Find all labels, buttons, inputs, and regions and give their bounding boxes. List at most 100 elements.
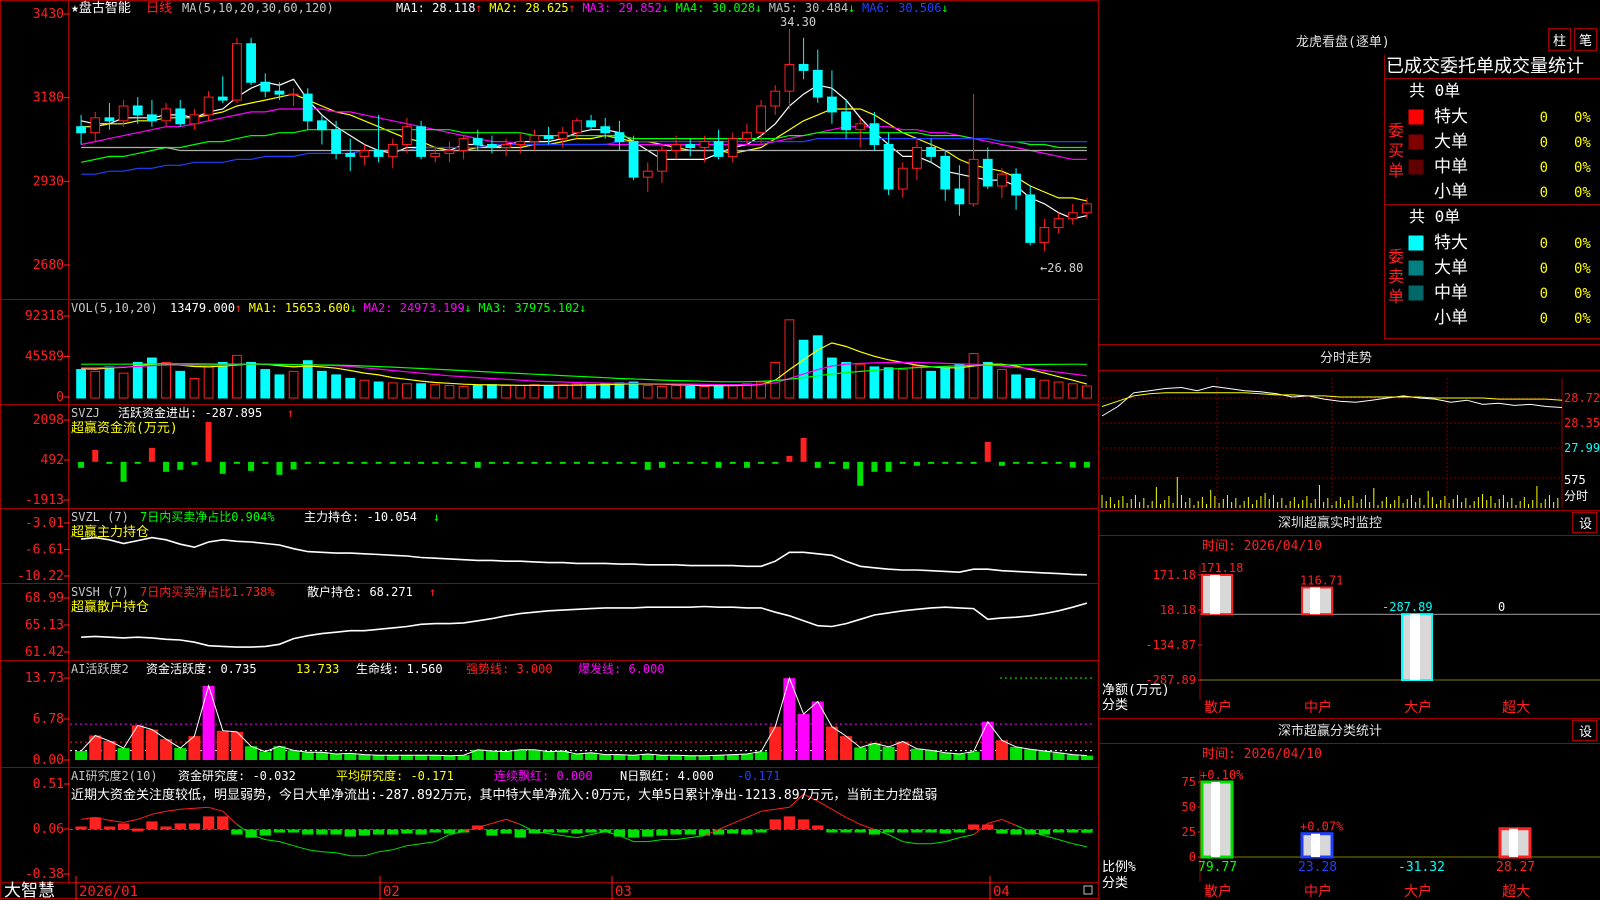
monitor-bar-label: 0 — [1498, 600, 1505, 614]
candle-body — [897, 167, 908, 190]
order-header: 已成交委托单成交量统计 — [1386, 56, 1584, 77]
ai-research-bar — [967, 824, 980, 830]
ai-active-bar — [1024, 749, 1037, 760]
monitor-bar-highlight — [1410, 614, 1420, 680]
svzj-bar — [814, 461, 821, 468]
ai-research-avg-line — [194, 806, 209, 809]
ai-research-bar — [330, 829, 342, 835]
volume-bar — [869, 366, 880, 399]
svzl-position-line — [81, 536, 1087, 576]
volume-bar — [232, 354, 242, 399]
svzj-bar — [687, 461, 694, 464]
candle-body — [968, 158, 979, 205]
y-tick-label: 92318 — [25, 309, 64, 324]
ai-research-bar — [712, 829, 725, 835]
side-row-name: 大单 — [1434, 132, 1468, 152]
ai-research-avg-line — [1044, 835, 1059, 841]
ai-active-panel[interactable]: 13.73 6.78 0.00 AI活跃度2 资金活跃度: 0.735 13.733… — [25, 661, 1094, 768]
y-tick-label: 68.99 — [25, 591, 64, 606]
svzj-bar — [1083, 461, 1090, 468]
candle-body — [557, 132, 568, 140]
minute-vol-label: 分时 — [1564, 489, 1588, 503]
ai-research-avg-line — [279, 841, 294, 847]
ai-research-bar — [401, 829, 413, 834]
svzj-bar — [1013, 461, 1020, 464]
svsh-panel[interactable]: 68.9965.1361.42 SVSH (7) 7日内买卖净占比1.738% … — [25, 584, 1088, 660]
side-row-name: 小单 — [1434, 182, 1468, 202]
candle-body — [543, 135, 554, 140]
x-axis-label: 2026/01 — [79, 884, 138, 900]
svzj-bar — [729, 461, 736, 464]
svsh-ratio: 7日内买卖净占比1.738% — [140, 584, 275, 599]
ai-research-avg-line — [931, 841, 946, 845]
ai-active-header: AI活跃度2 — [71, 661, 129, 676]
volume-bar — [1011, 374, 1021, 399]
svzj-panel[interactable]: 2098 492 -1913 SVZJ 活跃资金进出: -287.895 ↑ 超赢资… — [25, 405, 1090, 508]
candle-body — [770, 90, 781, 107]
legend-value: MA2: 28.625 — [489, 1, 568, 15]
stock-name: ★盘古智能 — [71, 0, 131, 16]
ai-research-panel[interactable]: 0.51 0.06 -0.38 AI研究度2(10) 资金研究度: -0.032 平… — [25, 768, 1094, 882]
svzj-bars — [78, 421, 1090, 486]
y-tick-label: -1913 — [25, 493, 64, 508]
classify-axis-label: 分类 — [1102, 876, 1128, 891]
ai-research-bar — [103, 826, 116, 830]
svzl-panel[interactable]: -3.01 -6.61 -10.22 SVZL (7) 7日内买卖净占比0.904%… — [17, 509, 1087, 584]
tick-mode-label: 笔 — [1579, 33, 1592, 49]
ai-research-avg-line — [676, 837, 691, 841]
ai-research-bar — [1052, 829, 1065, 833]
candle-body — [118, 105, 129, 122]
volume-bar — [444, 385, 455, 399]
minute-chart[interactable]: 28.72 28.35 27.99 575 分时 — [1101, 378, 1600, 508]
price-panel[interactable]: 3430 3180 2930 2680 ★盘古智能 日线 MA(5,10,20,30,… — [33, 0, 1092, 275]
ai-research-bar — [1081, 829, 1093, 833]
vol-ma-line-3 — [81, 363, 1087, 383]
volume-bar — [76, 369, 86, 399]
volume-panel[interactable]: 92318 45589 0 VOL(5,10,20) 13479.000 ↑ MA1: … — [25, 301, 1092, 405]
volume-bar — [897, 369, 908, 399]
vol-header: VOL(5,10,20) — [71, 301, 158, 315]
ai-research-avg-line — [321, 851, 337, 854]
svzj-bar — [885, 461, 892, 472]
volume-bar — [373, 381, 384, 399]
classify-value: -31.32 — [1398, 860, 1445, 875]
candle-body — [373, 149, 384, 157]
candle-body — [260, 81, 271, 92]
svzj-bar — [743, 461, 750, 468]
ai-active-bar — [542, 751, 555, 760]
classify-settings-label: 设 — [1579, 725, 1592, 740]
candle-body — [926, 147, 936, 157]
candle-body — [883, 144, 894, 190]
period-label[interactable]: 日线 — [146, 1, 172, 16]
volume-bar — [685, 385, 696, 399]
y-tick-label: 0.51 — [33, 777, 64, 792]
ai-active-bar — [953, 754, 966, 760]
volume-bar — [175, 370, 186, 399]
ai-research-bar — [117, 823, 130, 830]
volume-bar — [784, 319, 795, 399]
svzj-subtitle: 超赢资金流(万元) — [71, 420, 178, 436]
ai-research-avg-line — [491, 818, 507, 824]
svzj-bar — [78, 461, 85, 468]
volume-bars — [76, 319, 1092, 399]
classify-bar-highlight — [1211, 782, 1220, 857]
side-row-name: 特大 — [1434, 107, 1468, 127]
volume-bar — [827, 357, 837, 399]
ma-line-ma120 — [81, 146, 1087, 152]
candle-body — [487, 144, 497, 148]
ai-active-bar — [386, 755, 399, 760]
svzj-bar — [758, 461, 765, 464]
svzj-bar — [559, 461, 566, 464]
ma-header: MA(5,10,20,30,60,120) — [182, 1, 334, 15]
candle-body — [572, 120, 582, 134]
candle-body — [954, 188, 965, 205]
y-tick-label: 3180 — [33, 91, 64, 106]
side-row-count: 0 — [1540, 135, 1548, 151]
lock-icon[interactable] — [1083, 885, 1093, 895]
svzj-bar — [998, 461, 1005, 466]
bar-mode-label: 柱 — [1553, 34, 1566, 49]
monitor-chart: 时间: 2026/04/10 171.18 18.18 -134.87 -287.89 1… — [1102, 539, 1600, 716]
legend-arrow: ↓ — [755, 1, 762, 15]
volume-bar — [217, 361, 228, 399]
ai-research-bar — [316, 829, 328, 835]
